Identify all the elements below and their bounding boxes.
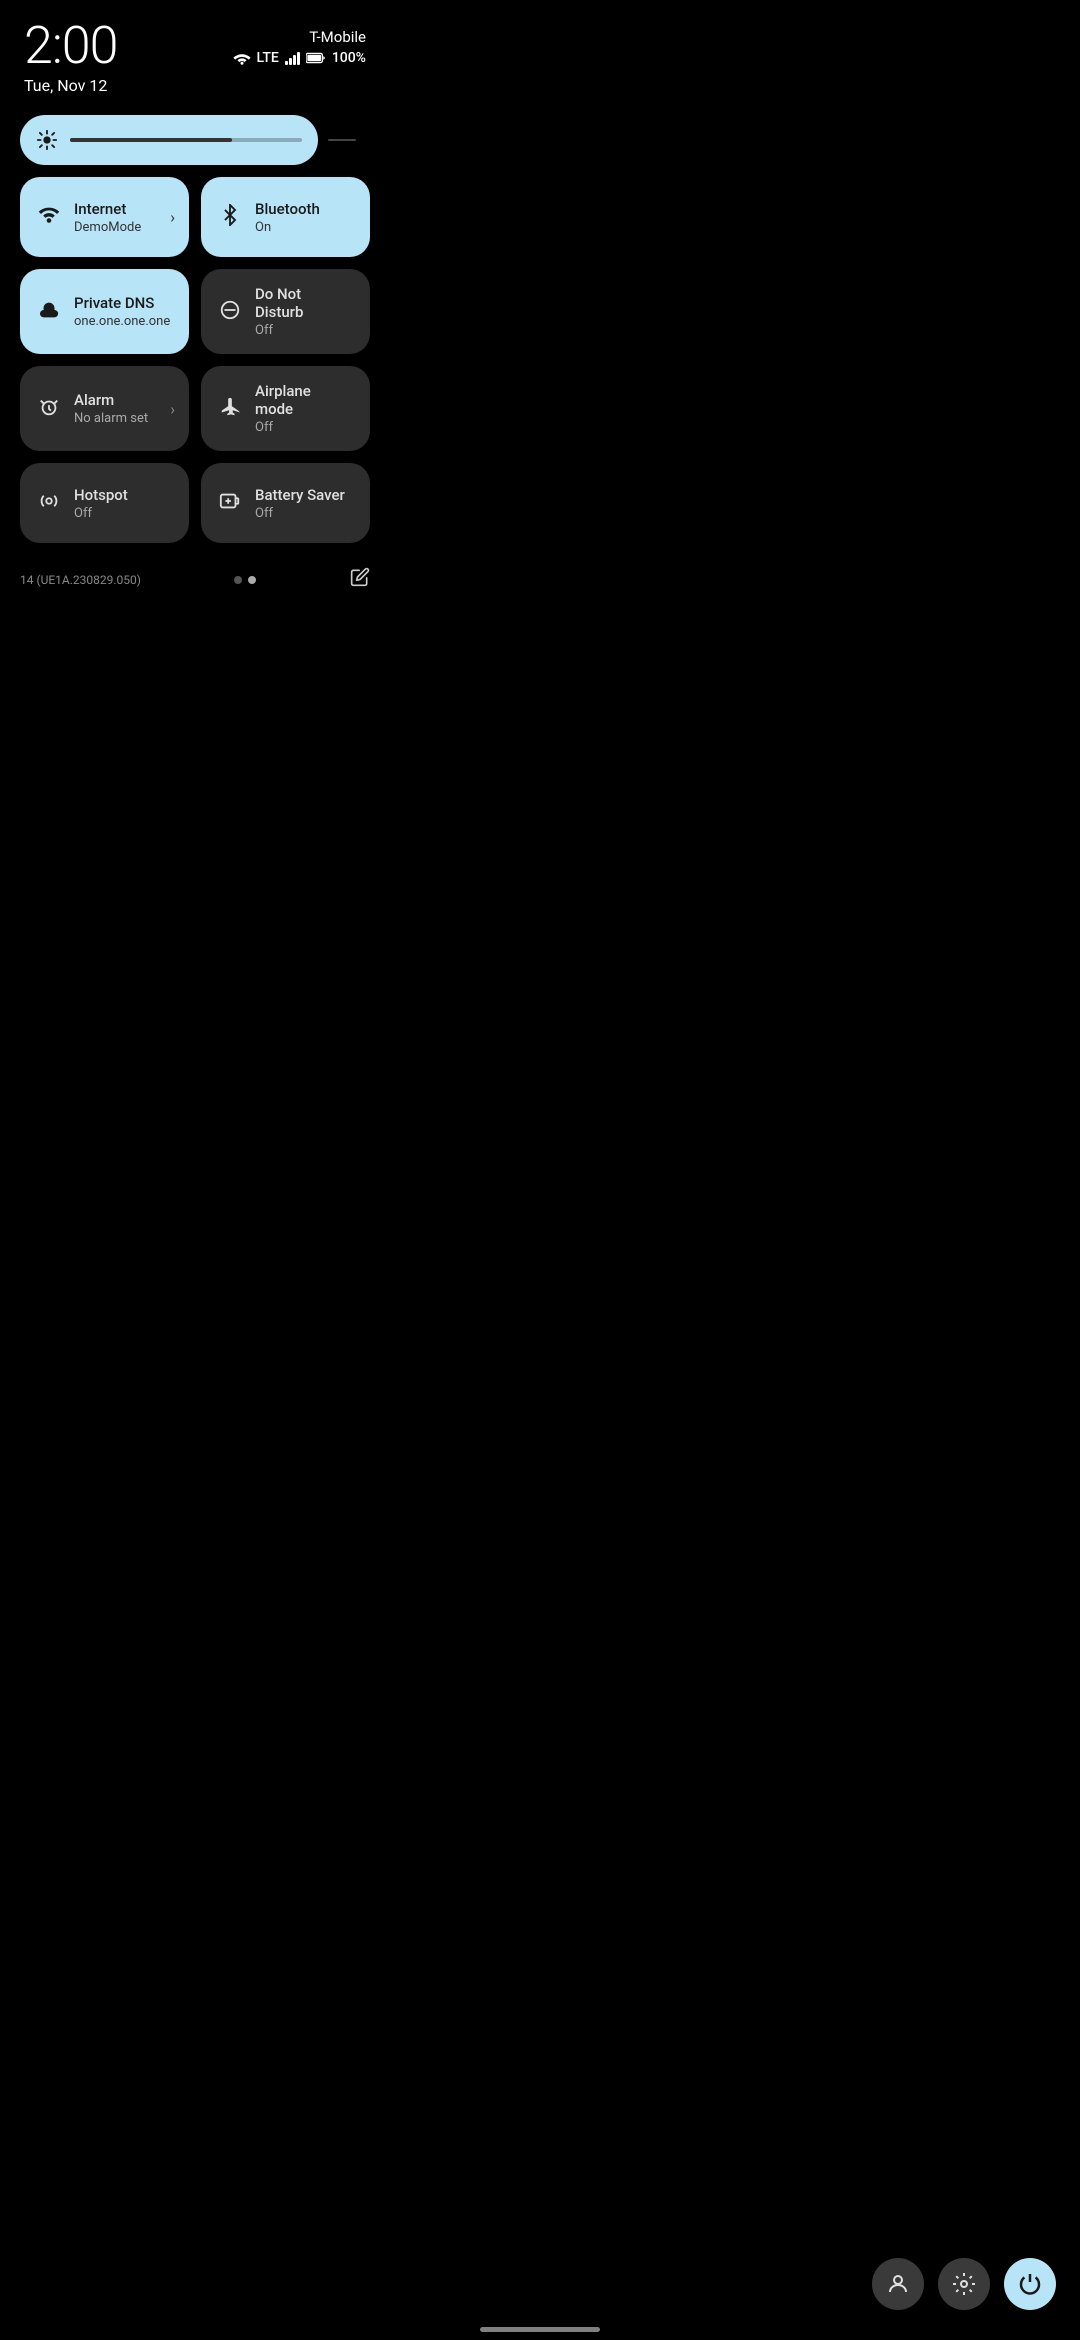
airplane-mode-subtitle: Off [255,420,352,435]
user-button[interactable] [872,2258,924,2310]
date: Tue, Nov 12 [24,76,117,95]
build-version: 14 (UE1A.230829.050) [20,573,141,587]
settings-button[interactable] [938,2258,990,2310]
status-right: T-Mobile LTE 100% [233,20,367,66]
quick-settings-grid: Internet DemoMode › Bluetooth On Private… [20,177,370,543]
tile-internet[interactable]: Internet DemoMode › [20,177,189,257]
internet-title: Internet [74,200,141,218]
do-not-disturb-title: Do Not Disturb [255,285,352,321]
do-not-disturb-icon [219,299,241,325]
hotspot-title: Hotspot [74,486,128,504]
carrier-label: T-Mobile [309,28,366,46]
battery-saver-icon [219,490,241,516]
edit-button[interactable] [350,567,370,592]
tile-alarm[interactable]: Alarm No alarm set › [20,366,189,451]
brightness-slider[interactable] [20,115,318,165]
lte-label: LTE [257,50,279,66]
brightness-icon [36,129,58,151]
power-icon [1018,2272,1042,2296]
page-dot-1[interactable] [234,576,242,584]
tile-hotspot[interactable]: Hotspot Off [20,463,189,543]
page-dots [234,576,256,584]
internet-chevron: › [170,208,175,227]
private-dns-title: Private DNS [74,294,170,312]
bluetooth-icon [219,204,241,230]
battery-percentage: 100% [332,50,366,66]
page-dot-2[interactable] [248,576,256,584]
signal-icon [285,51,300,65]
status-bar: 2:00 Tue, Nov 12 T-Mobile LTE [0,0,390,103]
settings-icon [952,2272,976,2296]
battery-saver-subtitle: Off [255,506,345,521]
status-icons: LTE 100% [233,50,367,66]
internet-icon [38,204,60,230]
private-dns-subtitle: one.one.one.one [74,314,170,329]
wifi-status-icon [233,51,251,65]
tile-do-not-disturb[interactable]: Do Not Disturb Off [201,269,370,354]
bottom-nav [872,2258,1056,2310]
hotspot-subtitle: Off [74,506,128,521]
alarm-title: Alarm [74,391,148,409]
tile-bluetooth[interactable]: Bluetooth On [201,177,370,257]
alarm-chevron: › [170,399,175,418]
tile-private-dns[interactable]: Private DNS one.one.one.one [20,269,189,354]
bluetooth-title: Bluetooth [255,200,320,218]
user-icon [886,2272,910,2296]
private-dns-icon [38,299,60,325]
clock: 2:00 [24,20,117,72]
do-not-disturb-subtitle: Off [255,323,352,338]
footer-row: 14 (UE1A.230829.050) [0,559,390,604]
alarm-icon [38,396,60,422]
time-date: 2:00 Tue, Nov 12 [24,20,117,95]
bluetooth-subtitle: On [255,220,320,235]
tile-airplane-mode[interactable]: Airplane mode Off [201,366,370,451]
battery-saver-title: Battery Saver [255,486,345,504]
hotspot-icon [38,490,60,516]
airplane-mode-icon [219,396,241,422]
brightness-separator [328,139,356,141]
home-indicator[interactable] [480,2327,600,2332]
quick-settings-panel: Internet DemoMode › Bluetooth On Private… [0,103,390,559]
tile-battery-saver[interactable]: Battery Saver Off [201,463,370,543]
airplane-mode-title: Airplane mode [255,382,352,418]
power-button[interactable] [1004,2258,1056,2310]
alarm-subtitle: No alarm set [74,411,148,426]
internet-subtitle: DemoMode [74,220,141,235]
battery-icon [306,51,326,65]
